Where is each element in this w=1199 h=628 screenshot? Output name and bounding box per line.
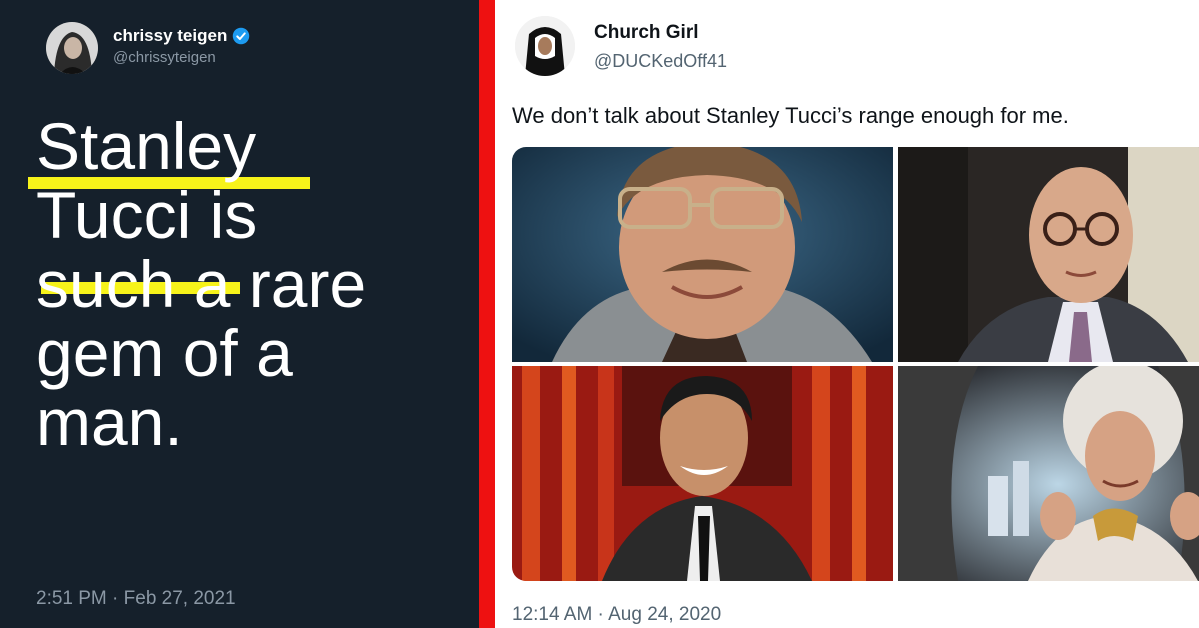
tweet-text-line: such a rare: [36, 247, 367, 321]
tweet-timestamp[interactable]: 2:51 PM · Feb 27, 2021: [36, 588, 236, 610]
right-tweet-card: Church Girl @DUCKedOff41 We don’t talk a…: [495, 0, 1199, 628]
author-name[interactable]: Church Girl: [594, 22, 699, 44]
tweet-text-line: Stanley: [36, 109, 257, 183]
avatar[interactable]: [515, 16, 575, 76]
avatar[interactable]: [46, 22, 98, 74]
left-tweet-card: chrissy teigen @chrissyteigen Stanley Tu…: [0, 0, 479, 628]
author-handle[interactable]: @DUCKedOff41: [594, 51, 727, 72]
author-name[interactable]: chrissy teigen: [113, 26, 227, 46]
author-name-row[interactable]: chrissy teigen: [113, 26, 250, 46]
tweet-timestamp[interactable]: 12:14 AM · Aug 24, 2020: [512, 604, 721, 626]
tweet-text: We don’t talk about Stanley Tucci’s rang…: [512, 103, 1069, 128]
photo-grid: [512, 147, 1199, 581]
tweet-text-line: gem of a: [36, 316, 293, 390]
verified-badge-icon: [233, 27, 250, 45]
tweet-photo[interactable]: [898, 366, 1199, 581]
divider: [479, 0, 495, 628]
author-handle[interactable]: @chrissyteigen: [113, 49, 216, 66]
tweet-text-word: Tucci: [36, 178, 192, 252]
tweet-text-word: is: [191, 178, 258, 252]
tweet-photo[interactable]: [512, 366, 893, 581]
tweet-text: Stanley Tucci is such a rare gem of a ma…: [36, 112, 476, 457]
tweet-photo[interactable]: [898, 147, 1199, 362]
tweet-photo[interactable]: [512, 147, 893, 362]
tweet-text-line: man.: [36, 385, 183, 459]
tweet-text-line: Tucci is: [36, 181, 476, 250]
